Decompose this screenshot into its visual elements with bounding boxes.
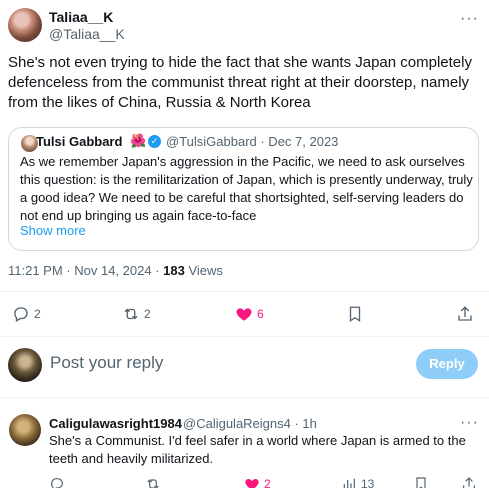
tweet-timestamp[interactable]: 11:21 PM · Nov 14, 2024 ·	[8, 263, 163, 278]
views-count: 183	[163, 263, 185, 278]
like-count: 6	[257, 307, 264, 321]
quote-text: As we remember Japan's aggression in the…	[20, 154, 473, 223]
tweet-meta: 11:21 PM · Nov 14, 2024 · 183 Views	[8, 263, 223, 278]
comment-share-action[interactable]	[461, 476, 477, 488]
author-name[interactable]: Taliaa__K	[49, 9, 113, 25]
commenter-handle-time[interactable]: @CaligulaReigns4 · 1h	[183, 416, 317, 431]
reply-icon	[14, 307, 28, 322]
reply-count: 2	[34, 307, 41, 321]
bookmark-action[interactable]	[346, 305, 364, 323]
comment-reply-action[interactable]	[49, 476, 65, 488]
comment-like-count: 2	[264, 477, 271, 488]
share-icon	[463, 477, 475, 488]
bookmark-icon	[416, 477, 426, 488]
commenter-avatar[interactable]	[9, 414, 41, 446]
share-action[interactable]	[456, 305, 474, 323]
reply-button[interactable]: Reply	[416, 349, 478, 379]
reply-input[interactable]: Post your reply	[50, 353, 163, 373]
divider	[0, 397, 489, 398]
heart-icon	[245, 479, 259, 488]
hibiscus-emoji: 🌺	[130, 133, 147, 148]
commenter-name[interactable]: Caligulawasright1984	[49, 416, 182, 431]
author-handle[interactable]: @Taliaa__K	[49, 26, 125, 42]
reply-action[interactable]: 2	[12, 305, 41, 323]
like-action[interactable]: 6	[235, 305, 264, 323]
author-avatar[interactable]	[8, 8, 42, 42]
tweet-actions: 2 2 6	[0, 305, 489, 325]
quote-author-name: Tulsi Gabbard	[36, 134, 123, 149]
share-icon	[458, 306, 472, 321]
comment-bookmark-action[interactable]	[413, 476, 429, 488]
divider	[0, 336, 489, 337]
comment-views-action[interactable]: 13	[341, 476, 374, 488]
comment-text: She's a Communist. I'd feel safer in a w…	[49, 433, 466, 466]
repost-icon	[124, 308, 138, 320]
comment-actions: 2 13	[0, 476, 489, 488]
repost-action[interactable]: 2	[122, 305, 151, 323]
current-user-avatar[interactable]	[8, 348, 42, 382]
comment-repost-action[interactable]	[145, 476, 161, 488]
verified-badge-icon: ✓	[148, 135, 161, 148]
show-more-link[interactable]: Show more	[20, 223, 86, 238]
heart-icon	[236, 308, 252, 321]
more-dots-icon[interactable]: ···	[460, 10, 479, 28]
more-dots-icon[interactable]: ···	[460, 414, 479, 432]
comment-views-count: 13	[361, 477, 375, 488]
reply-icon	[51, 478, 63, 488]
quote-handle-date: @TulsiGabbard · Dec 7, 2023	[166, 134, 339, 149]
tweet-text: She's not even trying to hide the fact t…	[8, 54, 472, 111]
views-label: Views	[184, 263, 223, 278]
divider	[0, 291, 489, 292]
comment-like-action[interactable]: 2	[244, 476, 271, 488]
bookmark-icon	[349, 306, 361, 323]
repost-count: 2	[144, 307, 151, 321]
repost-icon	[147, 479, 159, 488]
analytics-icon	[343, 478, 355, 488]
